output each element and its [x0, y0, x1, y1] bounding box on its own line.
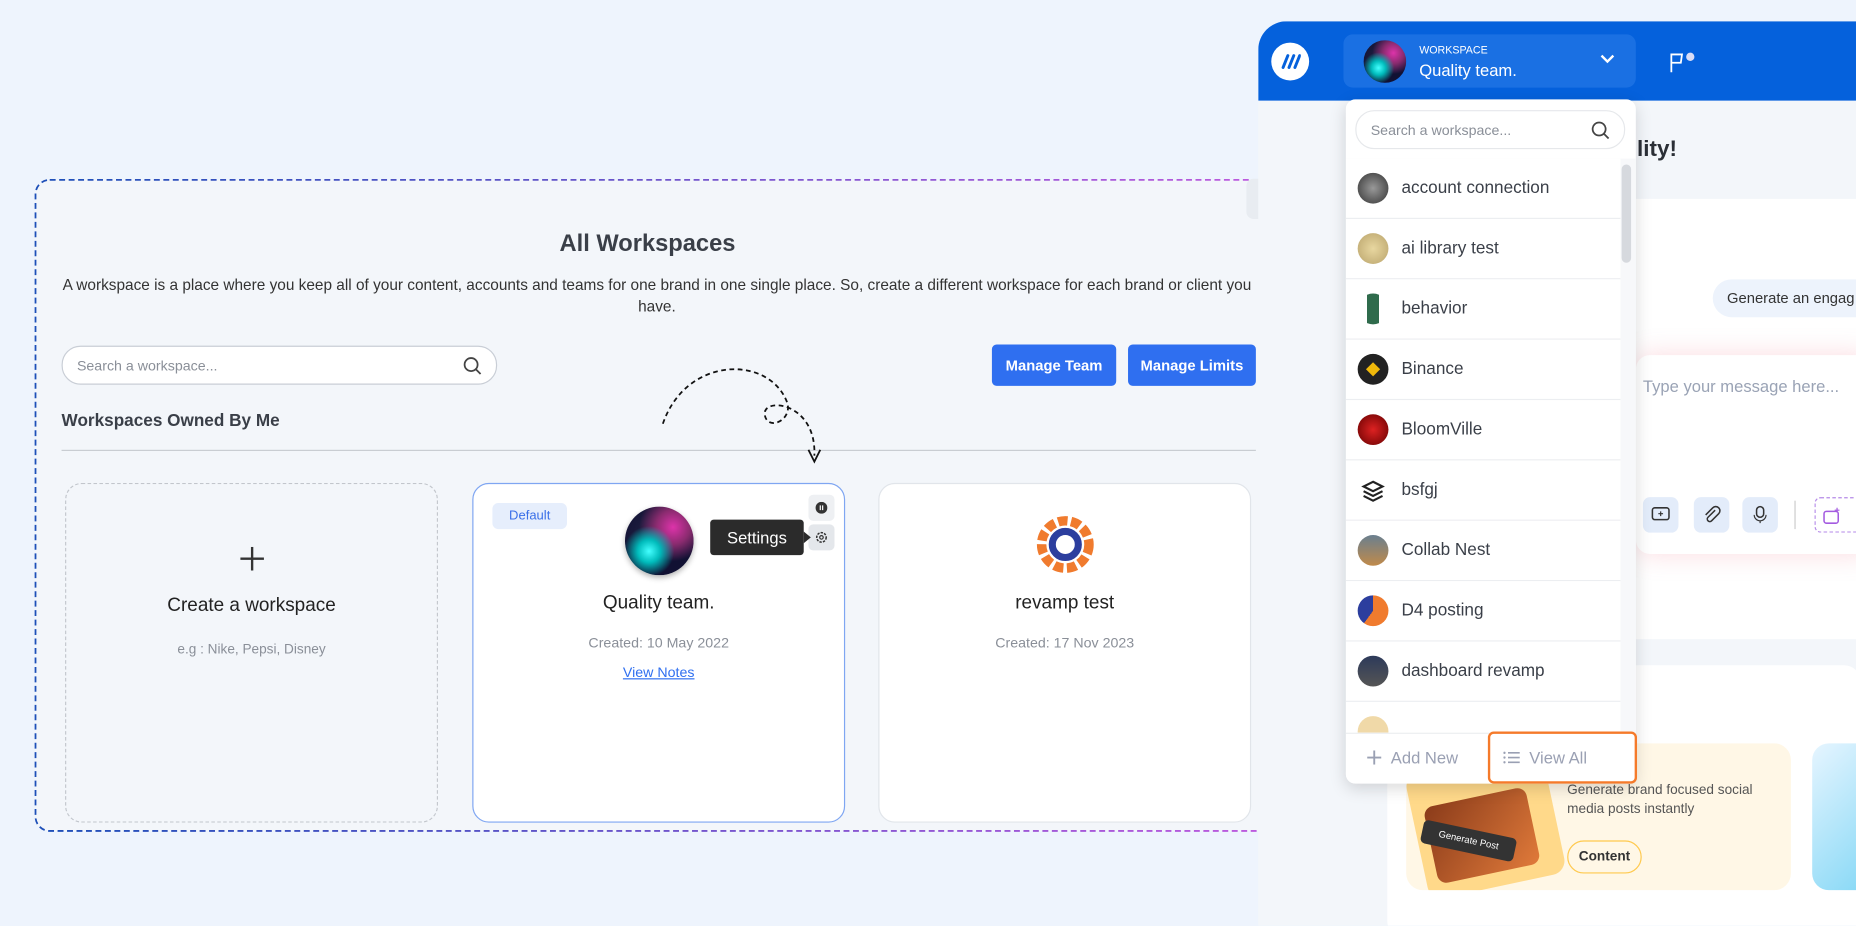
- promo-description: Generate brand focused social media post…: [1567, 783, 1753, 817]
- workspace-avatar: [1357, 293, 1389, 325]
- greeting-text: lity!: [1637, 137, 1678, 163]
- chevron-down-icon: [1600, 54, 1615, 64]
- view-notes-link[interactable]: View Notes: [473, 664, 843, 681]
- message-input[interactable]: Type your message here...: [1643, 376, 1839, 395]
- workspace-created: Created: 10 May 2022: [588, 634, 729, 652]
- workspace-card-revamp-test[interactable]: revamp test Created: 17 Nov 2023: [878, 482, 1252, 823]
- list-item[interactable]: behavior: [1345, 279, 1621, 340]
- list-item[interactable]: dashboard revamp: [1345, 641, 1621, 702]
- add-new-button[interactable]: Add New: [1367, 748, 1458, 767]
- workspace-item-label: Binance: [1401, 359, 1464, 379]
- attach-button[interactable]: [1693, 497, 1730, 533]
- workspace-name: revamp test: [1015, 593, 1115, 614]
- workspace-item-label: ai library test: [1401, 239, 1499, 259]
- app-logo[interactable]: [1271, 42, 1310, 81]
- workspace-avatar: [1363, 40, 1407, 83]
- image-sparkle-icon: [1823, 507, 1840, 524]
- workspace-name: Quality team.: [602, 593, 715, 614]
- workspace-item-label: D4 posting: [1401, 601, 1484, 621]
- workspace-avatar: [1357, 353, 1389, 385]
- content-button[interactable]: Content: [1567, 840, 1642, 874]
- workspace-avatar: [1357, 414, 1389, 446]
- workspace-card-quality-team[interactable]: Default Settings Quality team. Created: …: [472, 482, 846, 823]
- microphone-icon: [1753, 505, 1767, 524]
- workspace-item-label: BloomVille: [1401, 420, 1483, 440]
- settings-button[interactable]: [808, 524, 835, 551]
- workspace-selector[interactable]: WORKSPACE Quality team.: [1343, 34, 1636, 88]
- divider: [1794, 500, 1796, 530]
- workspace-avatar: [624, 506, 694, 576]
- workspace-avatar: [1032, 511, 1099, 578]
- list-item[interactable]: bsfgj: [1345, 460, 1621, 521]
- list-item[interactable]: ai library test: [1345, 218, 1621, 280]
- create-workspace-title: Create a workspace: [167, 595, 336, 616]
- workspace-item-label: Collab Nest: [1401, 540, 1491, 560]
- dropdown-search[interactable]: [1355, 110, 1626, 150]
- paperclip-icon: [1705, 505, 1721, 523]
- add-new-label: Add New: [1390, 748, 1459, 768]
- plus-icon: [240, 546, 264, 571]
- view-all-label: View All: [1529, 748, 1588, 768]
- pause-icon: [815, 501, 828, 514]
- workspace-avatar: [1357, 172, 1389, 204]
- chat-sparkle-icon: [1651, 507, 1670, 521]
- mic-button[interactable]: [1742, 497, 1778, 533]
- list-item[interactable]: account connection: [1345, 158, 1621, 219]
- message-box[interactable]: Type your message here...: [1635, 355, 1856, 554]
- workspace-list: account connection ai library test behavio…: [1345, 158, 1636, 733]
- workspace-avatar: [1357, 595, 1389, 627]
- list-item[interactable]: BloomVille: [1345, 400, 1621, 461]
- list-item[interactable]: D4 posting: [1345, 581, 1621, 642]
- create-workspace-hint: e.g : Nike, Pepsi, Disney: [177, 642, 326, 657]
- view-all-button[interactable]: View All: [1487, 731, 1638, 784]
- flag-icon[interactable]: [1669, 52, 1697, 73]
- list-item-partial: [1345, 701, 1621, 733]
- current-workspace-name: Quality team.: [1419, 60, 1517, 80]
- workspace-item-label: account connection: [1401, 178, 1550, 198]
- settings-tooltip: Settings: [710, 519, 812, 556]
- list-item[interactable]: Collab Nest: [1345, 520, 1621, 582]
- image-generate-button[interactable]: [1814, 497, 1856, 533]
- dropdown-search-input[interactable]: [1370, 121, 1591, 138]
- workspace-created: Created: 17 Nov 2023: [995, 634, 1135, 652]
- workspace-avatar: [1357, 655, 1389, 687]
- search-icon: [1591, 121, 1610, 139]
- promo-card-secondary[interactable]: [1812, 743, 1856, 891]
- pause-button[interactable]: [808, 494, 835, 521]
- gear-icon: [815, 531, 827, 543]
- workspace-avatar: [1357, 535, 1389, 566]
- logo-icon: [1281, 54, 1301, 69]
- plus-icon: [1367, 750, 1382, 765]
- prompt-button[interactable]: [1642, 497, 1679, 533]
- workspace-dropdown: account connection ai library test behavio…: [1345, 99, 1636, 784]
- list-icon: [1503, 751, 1520, 764]
- workspace-avatar: [1357, 233, 1389, 264]
- workspace-item-label: dashboard revamp: [1401, 661, 1545, 681]
- workspace-item-label: behavior: [1401, 299, 1468, 319]
- suggestion-chip[interactable]: Generate an engag: [1712, 279, 1856, 318]
- workspace-item-label: bsfgj: [1401, 480, 1438, 500]
- scrollbar[interactable]: [1621, 164, 1632, 263]
- default-badge: Default: [492, 503, 567, 530]
- workspace-label: WORKSPACE: [1419, 43, 1488, 56]
- workspace-avatar: [1357, 474, 1389, 506]
- list-item[interactable]: Binance: [1345, 339, 1621, 401]
- create-workspace-card[interactable]: Create a workspace e.g : Nike, Pepsi, Di…: [65, 482, 438, 823]
